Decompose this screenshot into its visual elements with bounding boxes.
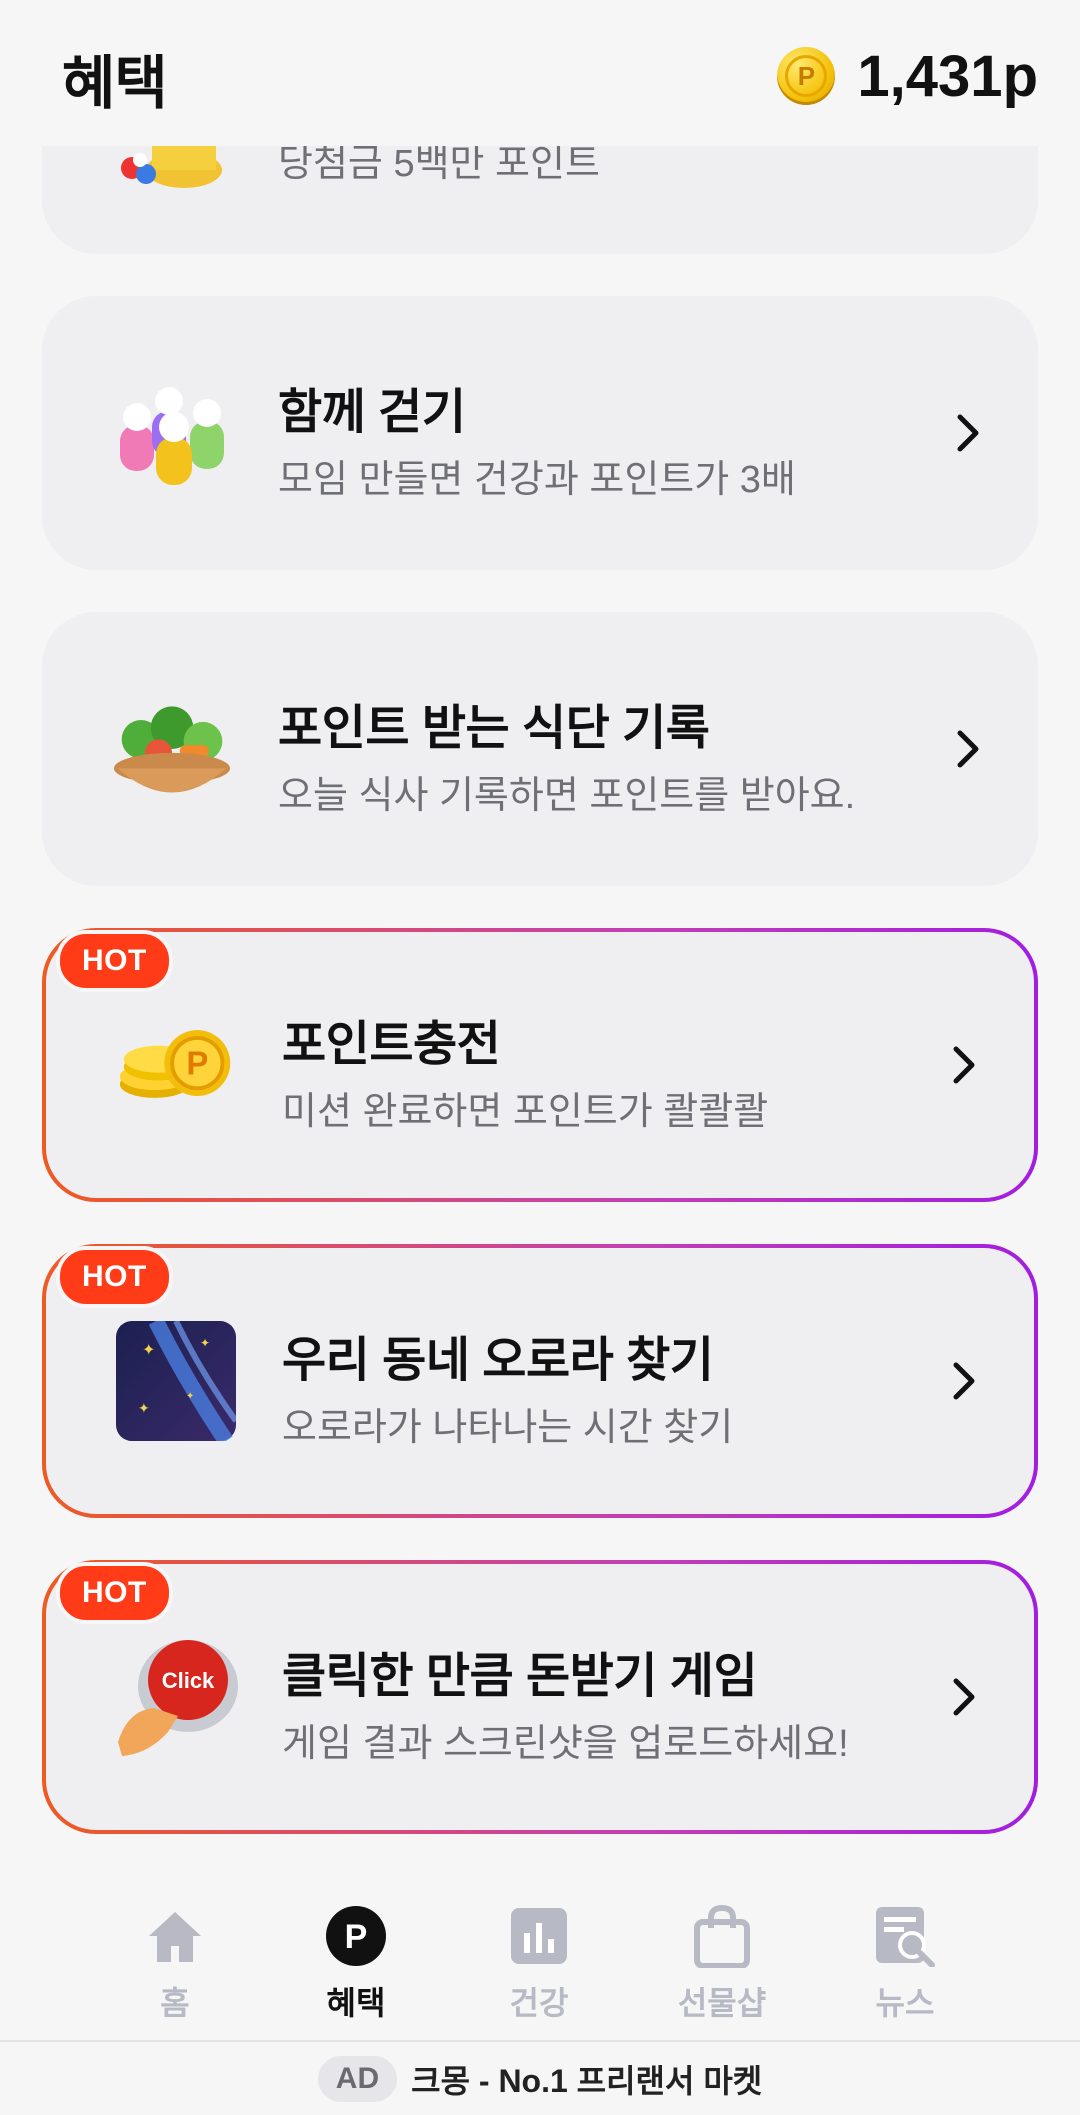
card-title: 우리 동네 오로라 찾기 [282, 1334, 714, 1387]
card-subtitle: 오로라가 나타나는 시간 찾기 [282, 1407, 734, 1449]
nav-gift-shop[interactable]: 선물샵 [652, 1904, 792, 2024]
nav-label: 홈 [160, 1985, 190, 2021]
card-title: 포인트 받는 식단 기록 [278, 702, 710, 755]
coin-icon: P [777, 47, 836, 105]
chevron-right-icon [948, 729, 988, 769]
nav-label: 뉴스 [875, 1985, 935, 2021]
aurora-card[interactable]: HOT ✦ ✦ ✦ ✦ 우리 동네 오로라 찾기 오로라가 나타나는 시간 찾기 [42, 1244, 1038, 1518]
hot-badge: HOT [56, 1562, 173, 1624]
chevron-right-icon [944, 1677, 984, 1717]
shopping-bag-icon [690, 1904, 754, 1968]
page-title: 혜택 [62, 51, 168, 116]
svg-text:P: P [186, 1045, 208, 1082]
points-icon: P [324, 1904, 388, 1968]
ad-tag: AD [317, 2055, 398, 2102]
card-title: 함께 걷기 [278, 386, 466, 439]
bottom-nav: 홈 P 혜택 건강 선물샵 뉴스 [0, 1860, 1080, 2040]
svg-text:✦: ✦ [142, 1342, 155, 1359]
hot-badge: HOT [56, 930, 173, 992]
click-button-icon: Click [108, 1624, 244, 1764]
card-subtitle: 모임 만들면 건강과 포인트가 3배 [278, 459, 796, 501]
chevron-right-icon [948, 413, 988, 453]
food-basket-icon [112, 689, 232, 809]
card-title: 포인트충전 [282, 1018, 501, 1071]
nav-health[interactable]: 건강 [469, 1904, 609, 2024]
coin-stack-icon: P [116, 1005, 236, 1125]
nav-home[interactable]: 홈 [105, 1904, 245, 2024]
card-title: 클릭한 만큼 돈받기 게임 [282, 1650, 758, 1703]
card-subtitle: 오늘 식사 기록하면 포인트를 받아요. [278, 775, 856, 817]
points-value: 1,431p [857, 43, 1038, 109]
nav-label: 혜택 [326, 1985, 386, 2021]
hot-badge: HOT [56, 1246, 173, 1308]
chevron-right-icon [944, 1361, 984, 1401]
home-icon [143, 1904, 207, 1968]
svg-text:✦: ✦ [200, 1336, 210, 1350]
ad-banner[interactable]: AD 크몽 - No.1 프리랜서 마켓 [0, 2040, 1080, 2115]
news-search-icon [873, 1904, 937, 1968]
svg-text:✦: ✦ [186, 1391, 194, 1402]
ad-text: 크몽 - No.1 프리랜서 마켓 [411, 2062, 763, 2099]
aurora-icon: ✦ ✦ ✦ ✦ [116, 1321, 236, 1441]
header: 혜택 P 1,431p [0, 0, 1080, 146]
card-subtitle: 게임 결과 스크린샷을 업로드하세요! [282, 1723, 849, 1765]
walk-together-card[interactable]: 함께 걷기 모임 만들면 건강과 포인트가 3배 [42, 296, 1038, 570]
svg-text:Click: Click [162, 1668, 215, 1693]
svg-text:✦: ✦ [138, 1400, 150, 1416]
click-game-card[interactable]: HOT Click 클릭한 만큼 돈받기 게임 게임 결과 스크린샷을 업로드하… [42, 1560, 1038, 1834]
group-people-icon [112, 373, 232, 493]
nav-benefits[interactable]: P 혜택 [286, 1904, 426, 2024]
point-charge-card[interactable]: HOT P 포인트충전 미션 완료하면 포인트가 콸콸콸 [42, 928, 1038, 1202]
nav-label: 건강 [509, 1985, 569, 2021]
nav-label: 선물샵 [677, 1985, 767, 2021]
chart-icon [507, 1904, 571, 1968]
points-balance[interactable]: P 1,431p [777, 36, 1038, 116]
svg-text:P: P [345, 1918, 368, 1956]
meal-record-card[interactable]: 포인트 받는 식단 기록 오늘 식사 기록하면 포인트를 받아요. [42, 612, 1038, 886]
card-subtitle: 미션 완료하면 포인트가 콸콸콸 [282, 1091, 769, 1133]
chevron-right-icon [944, 1045, 984, 1085]
nav-news[interactable]: 뉴스 [835, 1904, 975, 2024]
